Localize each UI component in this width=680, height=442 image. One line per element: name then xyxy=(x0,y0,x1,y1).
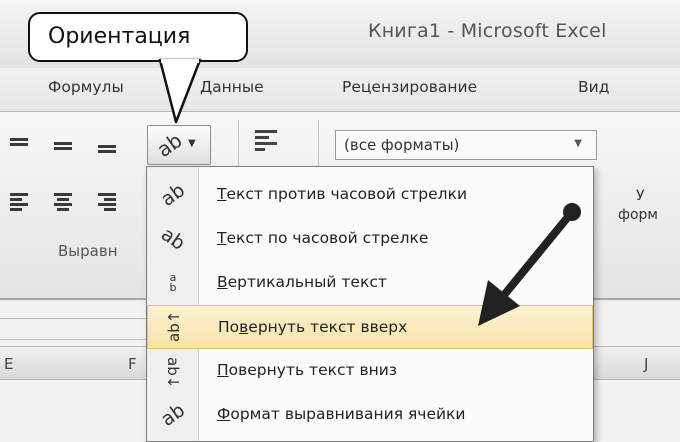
menu-item-rotate-clockwise[interactable]: ab Текст по часовой стрелке xyxy=(147,217,593,261)
callout-text: Ориентация xyxy=(48,24,191,49)
orientation-menu: ab Текст против часовой стрелки ab Текст… xyxy=(146,166,594,442)
conditional-format-mark: У xyxy=(636,188,645,204)
conditional-format-label[interactable]: форм xyxy=(618,207,658,223)
number-format-select[interactable]: (все форматы) ▼ xyxy=(335,130,597,160)
column-header-e[interactable]: E xyxy=(4,355,13,373)
window-title: Книга1 - Microsoft Excel xyxy=(368,20,607,42)
menu-item-label: Текст по часовой стрелке xyxy=(217,229,429,247)
wrap-text-icon[interactable] xyxy=(255,128,283,154)
tab-formulas[interactable]: Формулы xyxy=(48,78,124,96)
align-left-button[interactable] xyxy=(8,192,30,212)
column-header-f[interactable]: F xyxy=(128,355,137,373)
rotate-clockwise-icon: ab xyxy=(156,223,190,255)
menu-item-label: Вертикальный текст xyxy=(217,273,387,291)
vertical-text-icon: ab xyxy=(169,271,177,294)
format-cell-alignment-icon: ab xyxy=(156,399,190,431)
text-orientation-icon: ab xyxy=(152,128,187,162)
number-format-value: (все форматы) xyxy=(344,136,460,154)
menu-item-rotate-text-down[interactable]: ab↓ Повернуть текст вниз xyxy=(147,349,593,393)
menu-item-label: Повернуть текст вниз xyxy=(217,361,398,379)
menu-item-label: Повернуть текст вверх xyxy=(218,318,408,336)
rotate-counterclockwise-icon: ab xyxy=(156,179,190,211)
callout-bubble: Ориентация xyxy=(28,12,248,62)
column-header-j[interactable]: J xyxy=(644,355,648,373)
menu-item-label: Формат выравнивания ячейки xyxy=(217,405,466,423)
menu-item-label: Текст против часовой стрелки xyxy=(217,185,468,203)
tab-data[interactable]: Данные xyxy=(200,78,264,96)
align-middle-button[interactable] xyxy=(52,136,74,156)
align-right-button[interactable] xyxy=(96,192,118,212)
menu-item-format-cell-alignment[interactable]: ab Формат выравнивания ячейки xyxy=(147,393,593,437)
menu-item-rotate-text-up[interactable]: ab↑ Повернуть текст вверх xyxy=(147,305,593,349)
alignment-group-label: Выравн xyxy=(58,242,118,260)
formula-bar[interactable] xyxy=(0,318,148,340)
menu-item-rotate-counterclockwise[interactable]: ab Текст против часовой стрелки xyxy=(147,173,593,217)
tab-view[interactable]: Вид xyxy=(578,78,609,96)
align-center-button[interactable] xyxy=(52,192,74,212)
orientation-button[interactable]: ab ▼ xyxy=(147,125,211,165)
tab-review[interactable]: Рецензирование xyxy=(342,78,477,96)
ribbon-tabs: Формулы Данные Рецензирование Вид xyxy=(0,68,680,112)
rotate-text-up-icon: ab↑ xyxy=(165,310,183,342)
chevron-down-icon: ▼ xyxy=(188,138,196,149)
align-bottom-button[interactable] xyxy=(96,136,118,156)
align-top-button[interactable] xyxy=(8,136,30,156)
menu-item-vertical-text[interactable]: ab Вертикальный текст xyxy=(147,261,593,305)
rotate-text-down-icon: ab↓ xyxy=(164,357,182,389)
chevron-down-icon: ▼ xyxy=(574,138,582,149)
